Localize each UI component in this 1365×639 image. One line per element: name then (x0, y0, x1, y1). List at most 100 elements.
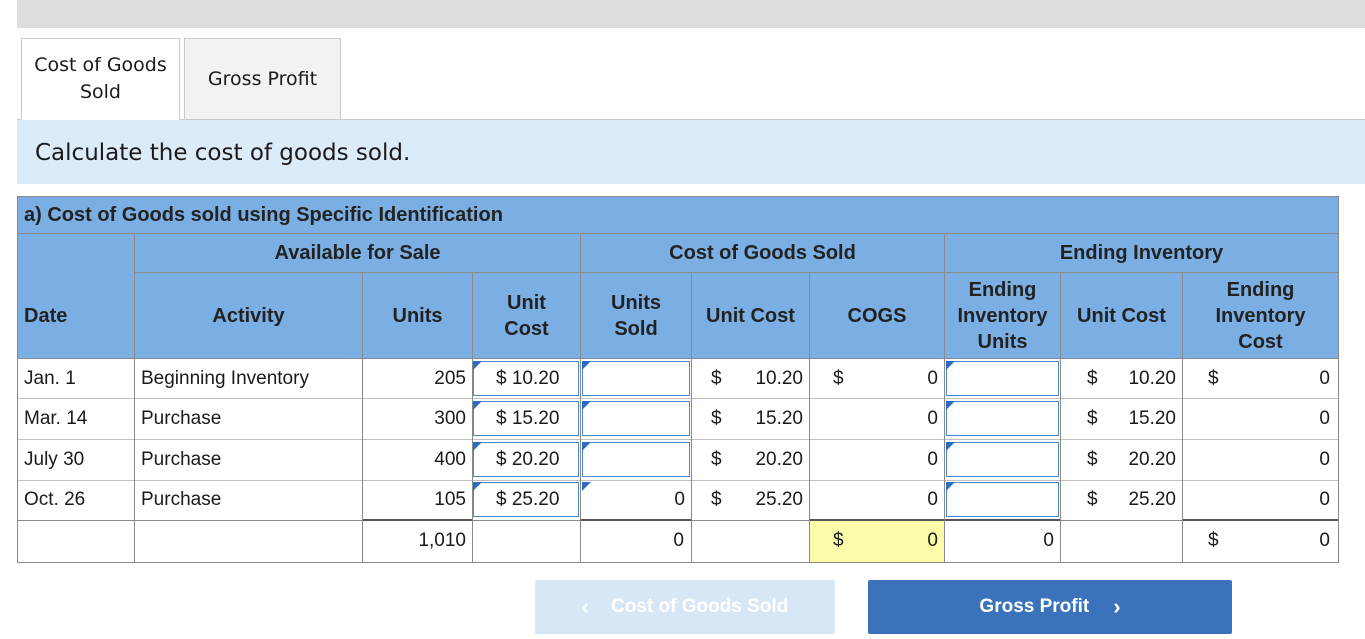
row-end-unit-cost: 20.20 (1128, 449, 1176, 470)
col-header-units-sold-line2: Sold (614, 317, 658, 340)
group-header-cogs: Cost of Goods Sold (581, 234, 944, 272)
row-cogs-value: 0 (927, 449, 938, 470)
table-title: a) Cost of Goods sold using Specific Ide… (18, 197, 1338, 233)
row-cogs-unit-cost: 25.20 (755, 489, 803, 510)
units-sold-input[interactable] (582, 361, 690, 396)
unit-cost-field[interactable]: $ 20.20 (473, 442, 579, 477)
row-end-unit-cost: 25.20 (1128, 489, 1176, 510)
tab-cost-of-goods-sold[interactable]: Cost of Goods Sold (21, 38, 180, 120)
col-header-end-cost-line2: Inventory (1215, 304, 1306, 327)
col-header-units-sold-line1: Units (611, 291, 661, 314)
unit-cost-value: $ 15.20 (496, 408, 560, 429)
col-header-date: Date (18, 273, 134, 358)
row-activity: Purchase (141, 408, 222, 429)
row-cogs-value: 0 (927, 368, 938, 389)
units-sold-input[interactable] (582, 401, 690, 436)
col-header-ending-inventory-units: Ending Inventory Units (945, 273, 1060, 358)
ending-units-input[interactable] (946, 361, 1059, 396)
total-ending-units: 0 (1043, 530, 1054, 551)
row-end-currency: $ (1087, 449, 1098, 470)
next-button-label: Gross Profit (979, 596, 1090, 617)
ending-units-input[interactable] (946, 482, 1059, 517)
divider (18, 358, 1338, 359)
unit-cost-field[interactable]: $ 25.20 (473, 482, 579, 517)
group-header-ending: Ending Inventory (945, 234, 1338, 272)
unit-cost-value: $ 20.20 (496, 449, 560, 470)
input-marker-icon (946, 361, 955, 370)
col-header-cogs: COGS (810, 273, 944, 358)
col-header-end-units-line3: Units (977, 330, 1028, 353)
col-header-end-units-line1: Ending (968, 278, 1037, 301)
total-units: 1,010 (418, 530, 466, 551)
row-cogs-unit-cost: 10.20 (755, 368, 803, 389)
row-end-cost: 0 (1319, 368, 1330, 389)
row-end-unit-cost: 10.20 (1128, 368, 1176, 389)
prev-button-label: Cost of Goods Sold (611, 596, 789, 617)
divider (18, 480, 1338, 481)
total-rule (945, 519, 1060, 521)
unit-cost-field[interactable]: $ 15.20 (473, 401, 579, 436)
col-header-unit-cost: Unit Cost (473, 273, 580, 358)
row-cogs-value: 0 (927, 489, 938, 510)
row-end-cost: 0 (1319, 489, 1330, 510)
row-activity: Purchase (141, 449, 222, 470)
col-header-date-text: Date (24, 304, 68, 327)
tab-label: Gross Profit (207, 67, 318, 90)
row-end-currency: $ (1208, 368, 1219, 389)
total-rule (581, 519, 691, 521)
col-header-end-cost-line1: Ending (1226, 278, 1295, 301)
units-sold-input[interactable] (582, 442, 690, 477)
row-date: Mar. 14 (24, 408, 88, 429)
unit-cost-value: $ 25.20 (496, 489, 560, 510)
unit-cost-value: $ 10.20 (496, 368, 560, 389)
row-units: 105 (434, 489, 466, 510)
row-end-cost: 0 (1319, 449, 1330, 470)
next-button[interactable]: Gross Profit › (868, 580, 1232, 634)
tab-gross-profit[interactable]: Gross Profit (184, 38, 341, 120)
row-units: 400 (434, 449, 466, 470)
input-marker-icon (946, 401, 955, 410)
ending-units-input[interactable] (946, 442, 1059, 477)
input-marker-icon (473, 361, 482, 370)
units-sold-input[interactable]: 0 (582, 482, 690, 517)
row-cogs-currency: $ (711, 368, 722, 389)
divider (1182, 273, 1183, 562)
tab-label-line2: Sold (79, 81, 121, 103)
total-end-currency: $ (1208, 530, 1219, 551)
divider (18, 439, 1338, 440)
row-end-currency: $ (1087, 489, 1098, 510)
input-marker-icon (473, 442, 482, 451)
input-marker-icon (946, 442, 955, 451)
row-cogs-currency: $ (711, 449, 722, 470)
ending-units-input[interactable] (946, 401, 1059, 436)
row-end-currency: $ (1087, 408, 1098, 429)
row-cogs-currency: $ (833, 368, 844, 389)
col-header-activity-text: Activity (212, 304, 285, 327)
input-marker-icon (946, 482, 955, 491)
instruction-text: Calculate the cost of goods sold. (35, 140, 411, 166)
top-banner (17, 0, 1365, 28)
col-header-units-text: Units (392, 304, 443, 327)
table-title-text: a) Cost of Goods sold using Specific Ide… (24, 204, 503, 226)
divider (18, 233, 1338, 234)
divider (580, 234, 581, 562)
total-rule (363, 519, 472, 521)
prev-button[interactable]: ‹ Cost of Goods Sold (535, 580, 835, 634)
row-cogs-currency: $ (711, 408, 722, 429)
tab-label-line1: Cost of Goods (34, 54, 167, 76)
input-marker-icon (582, 361, 591, 370)
unit-cost-field[interactable]: $ 10.20 (473, 361, 579, 396)
col-header-cogs-text: COGS (847, 304, 907, 327)
col-header-cogs-unit-cost: Unit Cost (692, 273, 809, 358)
group-header-available: Available for Sale (135, 234, 580, 272)
cogs-table: a) Cost of Goods sold using Specific Ide… (17, 196, 1339, 563)
instruction-banner: Calculate the cost of goods sold. (17, 120, 1365, 184)
input-marker-icon (473, 482, 482, 491)
divider (1060, 273, 1061, 562)
total-cogs-currency: $ (833, 530, 844, 551)
row-date: Jan. 1 (24, 368, 76, 389)
col-header-end-unit-cost-text: Unit Cost (1077, 304, 1166, 327)
row-cogs-unit-cost: 20.20 (755, 449, 803, 470)
row-end-cost: 0 (1319, 408, 1330, 429)
group-header-ending-text: Ending Inventory (1059, 242, 1224, 264)
